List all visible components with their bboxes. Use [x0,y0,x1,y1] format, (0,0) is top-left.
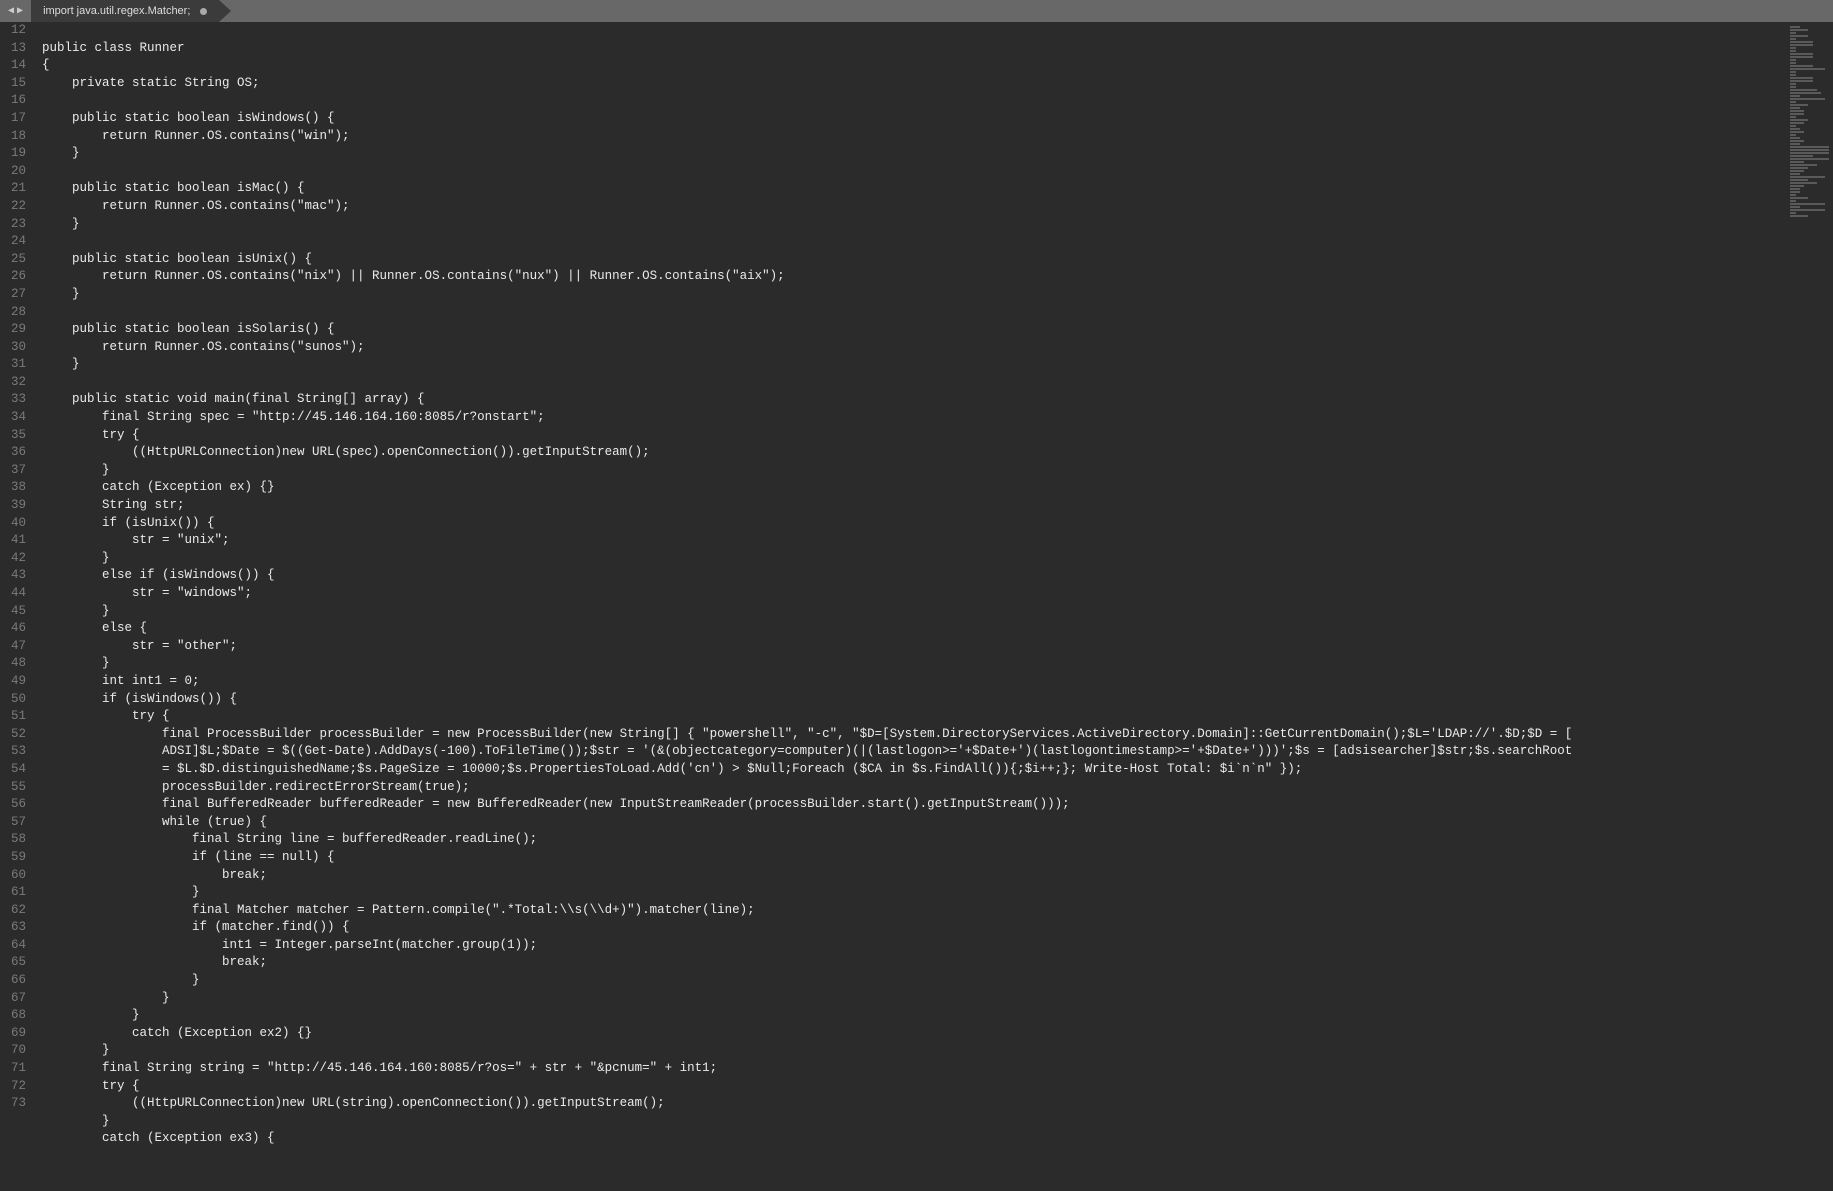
minimap-line [1790,86,1796,88]
editor: 12 13 14 15 16 17 18 19 20 21 22 23 24 2… [0,22,1833,1191]
minimap-line [1790,53,1813,55]
minimap-line [1790,113,1804,115]
minimap-line [1790,71,1796,73]
minimap-line [1790,110,1804,112]
minimap-line [1790,107,1800,109]
minimap-line [1790,164,1817,166]
minimap-line [1790,35,1808,37]
minimap-line [1790,143,1800,145]
minimap-line [1790,74,1796,76]
tab-title: import java.util.regex.Matcher; [43,0,190,22]
minimap-line [1790,125,1796,127]
nav-back-icon[interactable]: ◀ [8,5,14,17]
modified-dot-icon [200,8,207,15]
minimap-line [1790,56,1813,58]
minimap[interactable] [1788,22,1833,1191]
minimap-line [1790,80,1813,82]
minimap-line [1790,32,1796,34]
minimap-line [1790,131,1804,133]
minimap-line [1790,44,1813,46]
minimap-line [1790,206,1800,208]
minimap-line [1790,146,1829,148]
editor-tab[interactable]: import java.util.regex.Matcher; [31,0,219,22]
minimap-line [1790,215,1808,217]
tab-nav-arrows: ◀ ▶ [0,5,31,17]
minimap-line [1790,200,1796,202]
minimap-line [1790,176,1825,178]
minimap-line [1790,116,1796,118]
minimap-line [1790,68,1825,70]
minimap-line [1790,182,1817,184]
minimap-line [1790,209,1825,211]
minimap-line [1790,38,1796,40]
line-number-gutter: 12 13 14 15 16 17 18 19 20 21 22 23 24 2… [0,22,34,1191]
minimap-line [1790,95,1800,97]
minimap-line [1790,122,1804,124]
nav-forward-icon[interactable]: ▶ [17,5,23,17]
minimap-line [1790,98,1825,100]
minimap-line [1790,50,1796,52]
minimap-line [1790,92,1821,94]
minimap-line [1790,89,1817,91]
minimap-line [1790,188,1800,190]
minimap-line [1790,170,1804,172]
minimap-line [1790,134,1796,136]
minimap-line [1790,65,1813,67]
minimap-line [1790,77,1813,79]
minimap-line [1790,47,1796,49]
minimap-line [1790,194,1796,196]
minimap-line [1790,161,1804,163]
minimap-line [1790,137,1800,139]
minimap-line [1790,173,1800,175]
minimap-line [1790,167,1808,169]
minimap-line [1790,59,1796,61]
minimap-line [1790,155,1813,157]
minimap-line [1790,197,1808,199]
minimap-line [1790,104,1808,106]
minimap-line [1790,149,1829,151]
code-content[interactable]: public class Runner { private static Str… [34,22,1788,1191]
minimap-line [1790,128,1800,130]
minimap-line [1790,203,1825,205]
minimap-line [1790,119,1808,121]
minimap-line [1790,29,1808,31]
minimap-line [1790,41,1813,43]
minimap-line [1790,179,1808,181]
minimap-line [1790,26,1800,28]
minimap-line [1790,140,1804,142]
tab-bar: ◀ ▶ import java.util.regex.Matcher; [0,0,1833,22]
minimap-line [1790,62,1796,64]
minimap-line [1790,158,1829,160]
minimap-line [1790,191,1800,193]
minimap-line [1790,83,1796,85]
minimap-line [1790,101,1796,103]
minimap-line [1790,152,1829,154]
minimap-line [1790,212,1796,214]
minimap-line [1790,185,1804,187]
